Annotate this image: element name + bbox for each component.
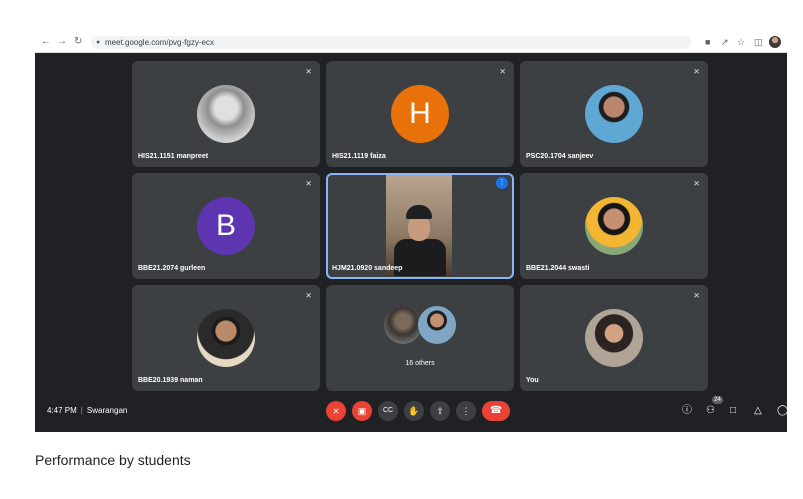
mic-off-icon: ⨯ [693,179,700,188]
camera-icon[interactable]: ■ [705,36,710,48]
participant-name: You [526,377,539,384]
participant-tile[interactable]: ⨯ H HIS21.1119 faiza [326,61,514,167]
lock-icon: ● [96,39,101,46]
participant-count-badge: 24 [712,396,723,404]
leave-call-button[interactable]: ☎ [482,401,510,421]
participant-tile[interactable]: ⨯ BBE21.2044 swasti [520,173,708,279]
participant-tile[interactable]: ⨯ B BBE21.2074 gurleen [132,173,320,279]
browser-toolbar: ← → ↻ ● meet.google.com/pvg-fgzy-ecx ■ ↗… [35,33,787,53]
raise-hand-button[interactable]: ✋ [404,401,424,421]
profile-icon[interactable] [769,36,781,48]
participant-name: HJM21.0920 sandeep [332,265,403,272]
participant-tile-active-speaker[interactable]: ⋮ HJM21.0920 sandeep [326,173,514,279]
participant-name: HIS21.1151 manpreet [138,153,209,160]
participant-tile[interactable]: ⨯ BBE20.1939 naman [132,285,320,391]
speaking-indicator-icon: ⋮ [496,177,508,189]
figure-caption: Performance by students [35,452,191,468]
clock-time: 4:47 PM [47,406,77,415]
reload-icon[interactable]: ↻ [74,35,82,49]
avatar [585,85,643,143]
participant-name: PSC20.1704 sanjeev [526,153,594,160]
present-screen-button[interactable]: ⇧ [430,401,450,421]
more-options-button[interactable]: ⋮ [456,401,476,421]
avatar [197,85,255,143]
people-icon[interactable]: ⚇ [706,405,715,417]
participant-video [386,175,452,276]
back-icon[interactable]: ← [41,35,51,49]
camera-off-button[interactable]: ▣ [352,401,372,421]
meeting-info: 4:47 PM | Swarangan [47,406,128,415]
host-controls-icon[interactable]: ◯ [777,405,787,417]
others-tile[interactable]: 16 others [326,285,514,391]
participant-tile[interactable]: ⨯ HIS21.1151 manpreet [132,61,320,167]
meeting-details-icon[interactable]: ⓘ [682,405,692,417]
avatar [417,305,457,345]
sidebar-icon[interactable]: ◫ [754,36,763,48]
star-icon[interactable]: ☆ [737,36,745,48]
mic-off-icon: ⨯ [305,67,312,76]
meeting-name: Swarangan [86,406,128,415]
chat-icon[interactable]: □ [730,405,736,417]
address-bar[interactable]: ● meet.google.com/pvg-fgzy-ecx [91,36,691,49]
avatar [585,197,643,255]
meeting-controls-bar: 4:47 PM | Swarangan ⨯ ▣ CC ✋ ⇧ ⋮ ☎ ⓘ 24 ⚇ … [35,393,787,432]
captions-button[interactable]: CC [378,401,398,421]
others-avatars [383,305,457,345]
share-icon[interactable]: ↗ [721,36,729,48]
mic-off-icon: ⨯ [305,179,312,188]
participant-tile-self[interactable]: ⨯ You [520,285,708,391]
url-text: meet.google.com/pvg-fgzy-ecx [105,38,214,47]
avatar: B [197,197,255,255]
participant-name: HIS21.1119 faiza [332,153,386,160]
participant-name: BBE21.2044 swasti [526,265,590,272]
mic-off-icon: ⨯ [693,291,700,300]
mic-off-icon: ⨯ [499,67,506,76]
participant-tile[interactable]: ⨯ PSC20.1704 sanjeev [520,61,708,167]
mic-off-icon: ⨯ [305,291,312,300]
forward-icon[interactable]: → [57,35,67,49]
participant-name: BBE20.1939 naman [138,377,203,384]
mic-off-icon: ⨯ [693,67,700,76]
activities-icon[interactable]: △ [754,405,762,417]
avatar [197,309,255,367]
participant-name: BBE21.2074 gurleen [138,265,206,272]
mic-off-button[interactable]: ⨯ [326,401,346,421]
avatar: H [391,85,449,143]
browser-window: ← → ↻ ● meet.google.com/pvg-fgzy-ecx ■ ↗… [35,33,787,432]
others-count: 16 others [405,360,435,367]
avatar [585,309,643,367]
